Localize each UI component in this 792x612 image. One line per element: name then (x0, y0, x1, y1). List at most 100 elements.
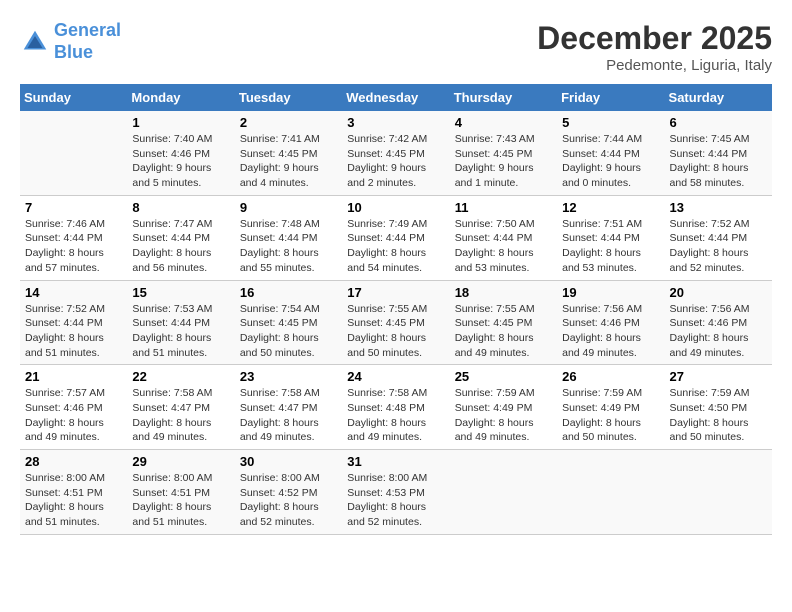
weekday-header-wednesday: Wednesday (342, 84, 449, 111)
cell-info: Sunrise: 7:52 AM Sunset: 4:44 PM Dayligh… (25, 302, 122, 361)
day-number: 26 (562, 369, 659, 384)
weekday-header-monday: Monday (127, 84, 234, 111)
day-number: 2 (240, 115, 337, 130)
calendar-cell: 5 Sunrise: 7:44 AM Sunset: 4:44 PM Daylig… (557, 111, 664, 195)
calendar-cell: 14Sunrise: 7:52 AM Sunset: 4:44 PM Dayli… (20, 280, 127, 365)
calendar-cell: 25 Sunrise: 7:59 AM Sunset: 4:49 PM Dayli… (450, 365, 557, 450)
day-number: 18 (455, 285, 552, 300)
calendar-cell: 27 Sunrise: 7:59 AM Sunset: 4:50 PM Dayli… (665, 365, 772, 450)
week-row-1: 1Sunrise: 7:40 AM Sunset: 4:46 PM Daylig… (20, 111, 772, 195)
day-number: 12 (562, 200, 659, 215)
day-number: 27 (670, 369, 767, 384)
cell-info: Sunrise: 8:00 AM Sunset: 4:52 PM Dayligh… (240, 471, 337, 530)
location: Pedemonte, Liguria, Italy (537, 57, 772, 74)
calendar-cell: 26 Sunrise: 7:59 AM Sunset: 4:49 PM Dayli… (557, 365, 664, 450)
day-number: 3 (347, 115, 444, 130)
day-number: 29 (132, 454, 229, 469)
calendar-cell: 6Sunrise: 7:45 AM Sunset: 4:44 PM Daylig… (665, 111, 772, 195)
cell-info: Sunrise: 7:56 AM Sunset: 4:46 PM Dayligh… (562, 302, 659, 361)
day-number: 8 (132, 200, 229, 215)
calendar-cell: 22Sunrise: 7:58 AM Sunset: 4:47 PM Dayli… (127, 365, 234, 450)
logo-text: General Blue (54, 20, 121, 63)
weekday-header-tuesday: Tuesday (235, 84, 342, 111)
day-number: 15 (132, 285, 229, 300)
weekday-header-sunday: Sunday (20, 84, 127, 111)
calendar-cell (450, 450, 557, 535)
cell-info: Sunrise: 7:48 AM Sunset: 4:44 PM Dayligh… (240, 217, 337, 276)
cell-info: Sunrise: 8:00 AM Sunset: 4:51 PM Dayligh… (132, 471, 229, 530)
cell-info: Sunrise: 7:55 AM Sunset: 4:45 PM Dayligh… (455, 302, 552, 361)
day-number: 24 (347, 369, 444, 384)
cell-info: Sunrise: 7:50 AM Sunset: 4:44 PM Dayligh… (455, 217, 552, 276)
calendar-cell: 31 Sunrise: 8:00 AM Sunset: 4:53 PM Dayli… (342, 450, 449, 535)
cell-info: Sunrise: 7:46 AM Sunset: 4:44 PM Dayligh… (25, 217, 122, 276)
calendar-cell: 24 Sunrise: 7:58 AM Sunset: 4:48 PM Dayli… (342, 365, 449, 450)
cell-info: Sunrise: 8:00 AM Sunset: 4:53 PM Dayligh… (347, 471, 444, 530)
weekday-header-saturday: Saturday (665, 84, 772, 111)
day-number: 9 (240, 200, 337, 215)
calendar-cell: 18 Sunrise: 7:55 AM Sunset: 4:45 PM Dayli… (450, 280, 557, 365)
calendar-cell: 23 Sunrise: 7:58 AM Sunset: 4:47 PM Dayli… (235, 365, 342, 450)
calendar-cell: 30 Sunrise: 8:00 AM Sunset: 4:52 PM Dayli… (235, 450, 342, 535)
calendar-cell (557, 450, 664, 535)
calendar-cell: 7 Sunrise: 7:46 AM Sunset: 4:44 PM Daylig… (20, 195, 127, 280)
calendar-cell: 4Sunrise: 7:43 AM Sunset: 4:45 PM Daylig… (450, 111, 557, 195)
day-number: 30 (240, 454, 337, 469)
day-number: 5 (562, 115, 659, 130)
calendar-cell: 1Sunrise: 7:40 AM Sunset: 4:46 PM Daylig… (127, 111, 234, 195)
day-number: 25 (455, 369, 552, 384)
calendar-cell: 11 Sunrise: 7:50 AM Sunset: 4:44 PM Dayli… (450, 195, 557, 280)
week-row-4: 21 Sunrise: 7:57 AM Sunset: 4:46 PM Dayli… (20, 365, 772, 450)
cell-info: Sunrise: 7:58 AM Sunset: 4:47 PM Dayligh… (240, 386, 337, 445)
day-number: 13 (670, 200, 767, 215)
day-number: 20 (670, 285, 767, 300)
cell-info: Sunrise: 7:59 AM Sunset: 4:49 PM Dayligh… (455, 386, 552, 445)
cell-info: Sunrise: 7:58 AM Sunset: 4:48 PM Dayligh… (347, 386, 444, 445)
calendar-cell: 29 Sunrise: 8:00 AM Sunset: 4:51 PM Dayli… (127, 450, 234, 535)
week-row-3: 14Sunrise: 7:52 AM Sunset: 4:44 PM Dayli… (20, 280, 772, 365)
weekday-header-friday: Friday (557, 84, 664, 111)
day-number: 31 (347, 454, 444, 469)
cell-info: Sunrise: 7:47 AM Sunset: 4:44 PM Dayligh… (132, 217, 229, 276)
week-row-5: 28 Sunrise: 8:00 AM Sunset: 4:51 PM Dayli… (20, 450, 772, 535)
day-number: 11 (455, 200, 552, 215)
calendar-cell (665, 450, 772, 535)
calendar-cell: 2 Sunrise: 7:41 AM Sunset: 4:45 PM Daylig… (235, 111, 342, 195)
weekday-header-thursday: Thursday (450, 84, 557, 111)
cell-info: Sunrise: 8:00 AM Sunset: 4:51 PM Dayligh… (25, 471, 122, 530)
week-row-2: 7 Sunrise: 7:46 AM Sunset: 4:44 PM Daylig… (20, 195, 772, 280)
page-header: General Blue December 2025 Pedemonte, Li… (20, 20, 772, 74)
calendar-table: SundayMondayTuesdayWednesdayThursdayFrid… (20, 84, 772, 535)
month-title: December 2025 (537, 20, 772, 57)
calendar-body: 1Sunrise: 7:40 AM Sunset: 4:46 PM Daylig… (20, 111, 772, 534)
cell-info: Sunrise: 7:55 AM Sunset: 4:45 PM Dayligh… (347, 302, 444, 361)
calendar-header: SundayMondayTuesdayWednesdayThursdayFrid… (20, 84, 772, 111)
calendar-cell: 3 Sunrise: 7:42 AM Sunset: 4:45 PM Daylig… (342, 111, 449, 195)
day-number: 10 (347, 200, 444, 215)
cell-info: Sunrise: 7:44 AM Sunset: 4:44 PM Dayligh… (562, 132, 659, 191)
cell-info: Sunrise: 7:41 AM Sunset: 4:45 PM Dayligh… (240, 132, 337, 191)
day-number: 17 (347, 285, 444, 300)
calendar-cell: 17 Sunrise: 7:55 AM Sunset: 4:45 PM Dayli… (342, 280, 449, 365)
cell-info: Sunrise: 7:49 AM Sunset: 4:44 PM Dayligh… (347, 217, 444, 276)
calendar-cell: 10 Sunrise: 7:49 AM Sunset: 4:44 PM Dayli… (342, 195, 449, 280)
calendar-cell: 15Sunrise: 7:53 AM Sunset: 4:44 PM Dayli… (127, 280, 234, 365)
cell-info: Sunrise: 7:59 AM Sunset: 4:50 PM Dayligh… (670, 386, 767, 445)
calendar-cell: 21 Sunrise: 7:57 AM Sunset: 4:46 PM Dayli… (20, 365, 127, 450)
cell-info: Sunrise: 7:59 AM Sunset: 4:49 PM Dayligh… (562, 386, 659, 445)
day-number: 28 (25, 454, 122, 469)
calendar-cell: 13Sunrise: 7:52 AM Sunset: 4:44 PM Dayli… (665, 195, 772, 280)
cell-info: Sunrise: 7:57 AM Sunset: 4:46 PM Dayligh… (25, 386, 122, 445)
calendar-cell: 20Sunrise: 7:56 AM Sunset: 4:46 PM Dayli… (665, 280, 772, 365)
title-block: December 2025 Pedemonte, Liguria, Italy (537, 20, 772, 74)
day-number: 1 (132, 115, 229, 130)
cell-info: Sunrise: 7:54 AM Sunset: 4:45 PM Dayligh… (240, 302, 337, 361)
calendar-cell: 9 Sunrise: 7:48 AM Sunset: 4:44 PM Daylig… (235, 195, 342, 280)
cell-info: Sunrise: 7:42 AM Sunset: 4:45 PM Dayligh… (347, 132, 444, 191)
calendar-cell: 8 Sunrise: 7:47 AM Sunset: 4:44 PM Daylig… (127, 195, 234, 280)
day-number: 21 (25, 369, 122, 384)
day-number: 7 (25, 200, 122, 215)
logo-icon (20, 27, 50, 57)
day-number: 23 (240, 369, 337, 384)
calendar-cell: 28 Sunrise: 8:00 AM Sunset: 4:51 PM Dayli… (20, 450, 127, 535)
